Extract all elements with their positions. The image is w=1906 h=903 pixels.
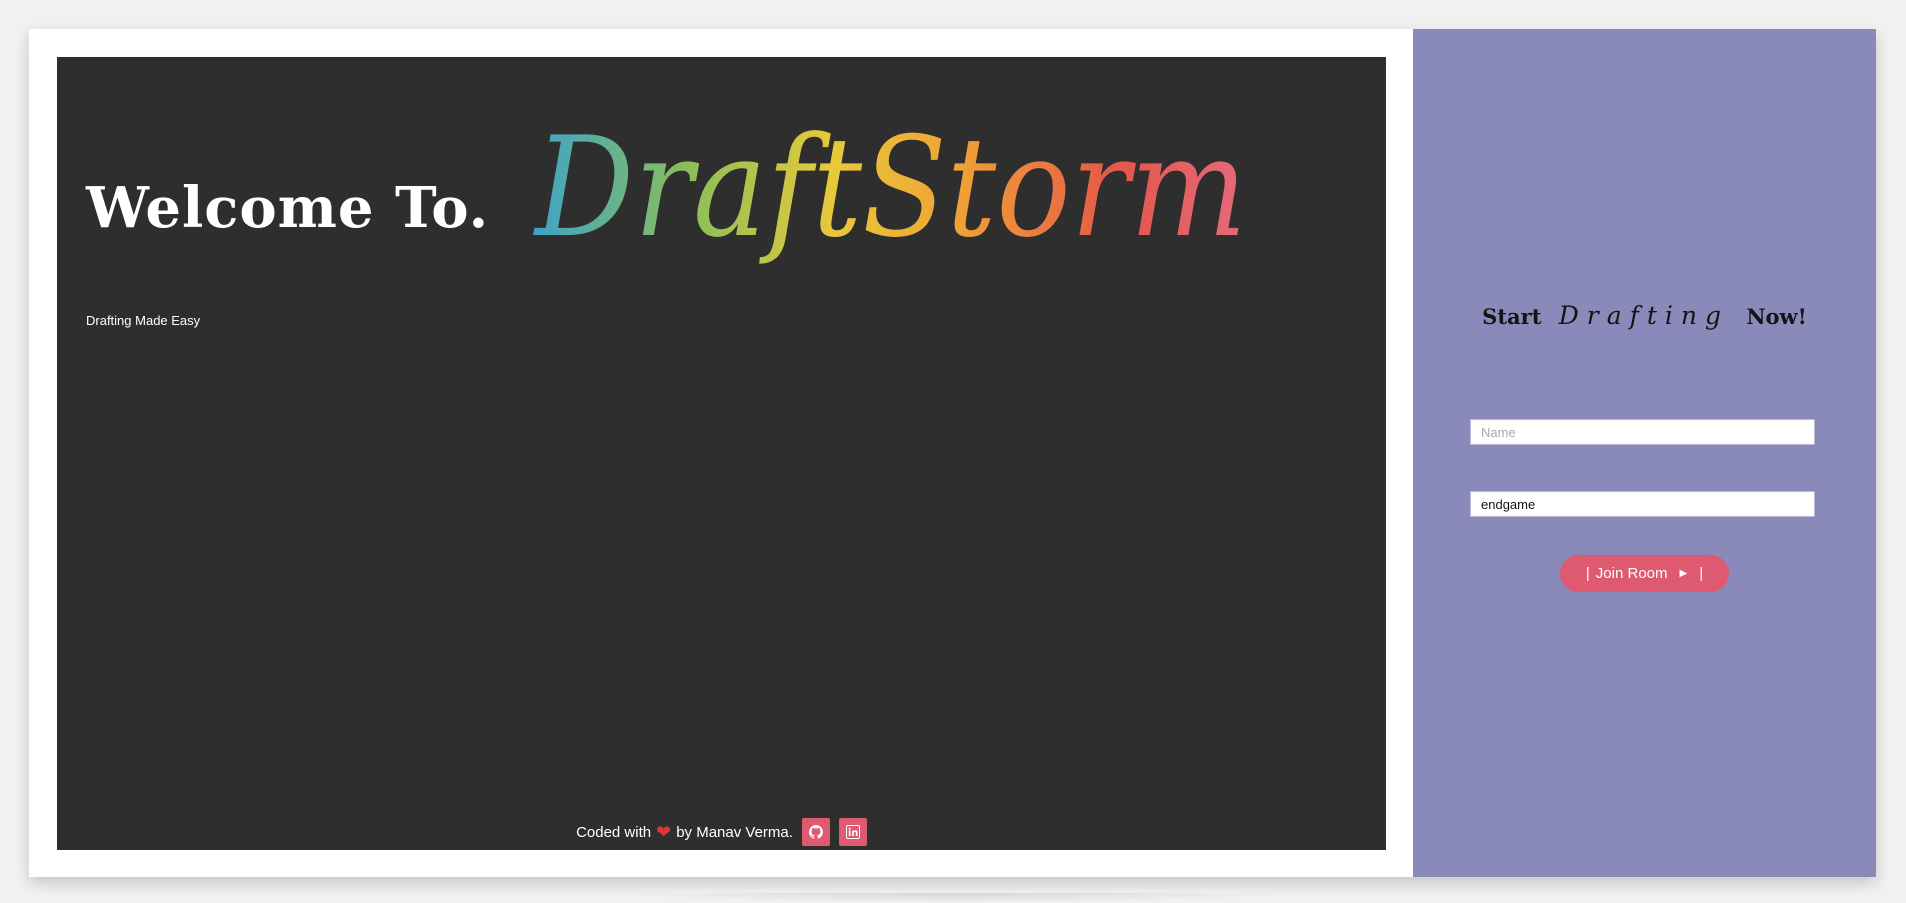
room-input[interactable] (1470, 491, 1815, 517)
github-icon (808, 825, 823, 839)
now-word: Now! (1746, 304, 1807, 329)
credit-suffix: by Manav Verma. (676, 823, 793, 841)
name-input[interactable] (1470, 419, 1815, 445)
linkedin-link[interactable] (838, 818, 867, 846)
page-shadow (620, 893, 1290, 903)
hero-panel: Welcome To. DraftStorm Drafting Made Eas… (57, 57, 1386, 850)
brand-logo: DraftStorm (527, 107, 1257, 287)
join-room-button[interactable]: | Join Room ▶ | (1560, 555, 1729, 592)
brand-logo-svg: DraftStorm (532, 107, 1247, 268)
join-prefix: | (1585, 565, 1590, 582)
linkedin-icon (845, 825, 860, 839)
join-suffix: | (1699, 565, 1704, 582)
welcome-heading: Welcome To. (86, 175, 490, 241)
github-link[interactable] (801, 818, 830, 846)
footer-credit: Coded with ❤ by Manav Verma. (57, 818, 1386, 846)
main-card: Welcome To. DraftStorm Drafting Made Eas… (29, 29, 1876, 877)
brand-logo-text: DraftStorm (532, 107, 1247, 268)
tagline: Drafting Made Easy (86, 313, 201, 328)
heart-icon: ❤ (656, 822, 672, 842)
start-word: Start (1482, 304, 1542, 329)
credit-prefix: Coded with (576, 823, 652, 841)
join-panel: Start Drafting Now! | Join Room ▶ | (1413, 29, 1876, 877)
drafting-word: Drafting (1558, 301, 1730, 330)
start-drafting-heading: Start Drafting Now! (1413, 301, 1876, 330)
join-label: Join Room (1595, 565, 1668, 582)
play-triangle-icon: ▶ (1679, 568, 1688, 579)
